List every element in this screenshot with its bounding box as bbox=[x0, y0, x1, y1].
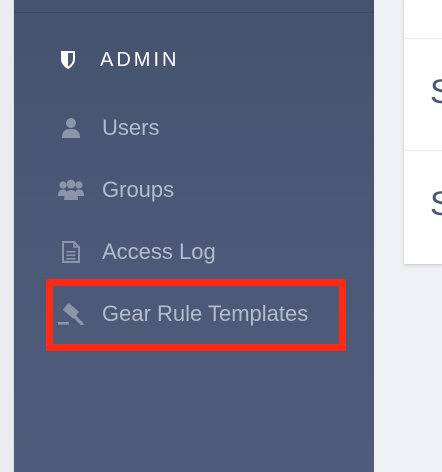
app-window: ADMIN Users Groups Access Log Gear Rule … bbox=[0, 0, 442, 472]
content-card: S S bbox=[404, 0, 442, 264]
row-divider bbox=[404, 150, 442, 151]
main-content: S S bbox=[374, 0, 442, 472]
sidebar: ADMIN Users Groups Access Log Gear Rule … bbox=[14, 0, 374, 472]
sidebar-item-label: Gear Rule Templates bbox=[102, 301, 309, 326]
left-gutter bbox=[0, 0, 14, 472]
sidebar-item-gear-rule-templates[interactable]: Gear Rule Templates bbox=[58, 299, 308, 329]
sidebar-divider bbox=[14, 12, 374, 13]
sidebar-item-access-log[interactable]: Access Log bbox=[58, 237, 216, 267]
row-divider bbox=[404, 38, 442, 39]
gavel-icon bbox=[58, 303, 84, 325]
row-text[interactable]: S bbox=[430, 187, 442, 221]
shield-icon bbox=[61, 51, 75, 69]
row-text[interactable]: S bbox=[430, 75, 442, 109]
sidebar-item-label: Groups bbox=[102, 177, 175, 202]
document-icon bbox=[58, 241, 84, 263]
sidebar-item-label: Users bbox=[102, 115, 160, 140]
groups-icon bbox=[58, 179, 84, 201]
sidebar-item-users[interactable]: Users bbox=[58, 113, 159, 143]
sidebar-item-label: Access Log bbox=[102, 239, 216, 264]
admin-section-header: ADMIN bbox=[60, 48, 179, 72]
user-icon bbox=[58, 117, 84, 139]
admin-section-title: ADMIN bbox=[100, 48, 180, 71]
sidebar-item-groups[interactable]: Groups bbox=[58, 175, 174, 205]
